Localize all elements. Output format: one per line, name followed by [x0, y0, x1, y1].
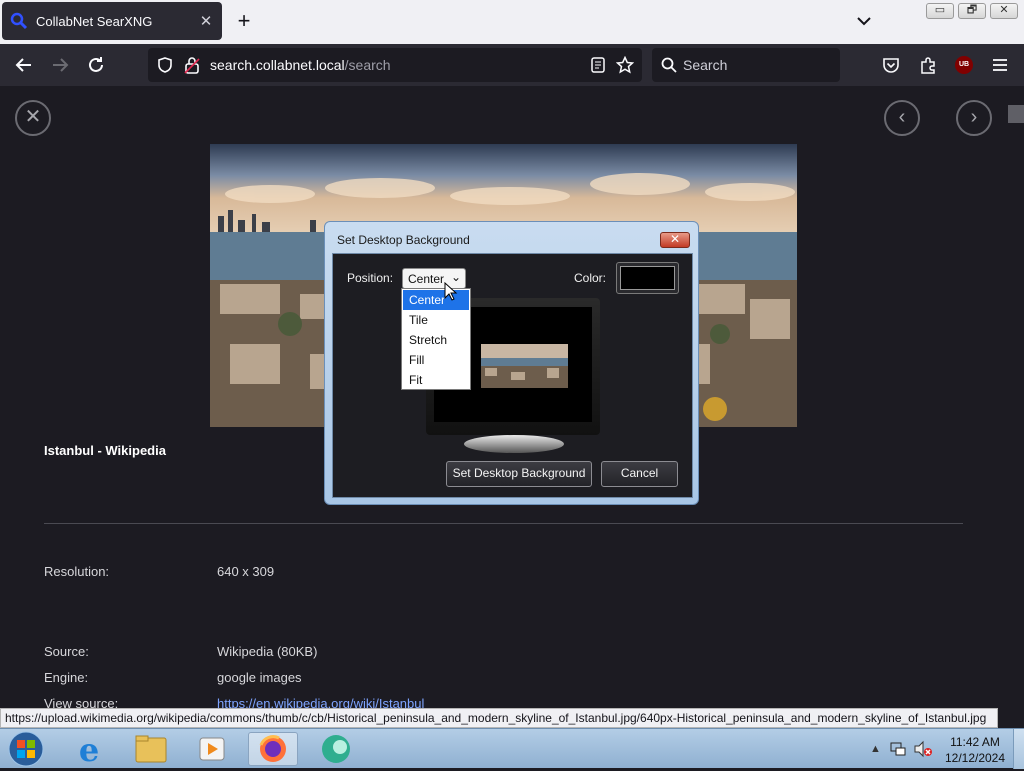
close-detail-button[interactable]: ✕ — [15, 100, 51, 136]
set-desktop-background-button[interactable]: Set Desktop Background — [446, 461, 592, 487]
monitor-stand — [464, 435, 564, 453]
file-explorer-taskbar-button[interactable] — [126, 732, 176, 766]
option-tile[interactable]: Tile — [403, 310, 469, 330]
option-stretch[interactable]: Stretch — [403, 330, 469, 350]
source-label: Source: — [44, 644, 89, 659]
app-globe-icon — [322, 735, 350, 763]
url-bar[interactable]: search.collabnet.local/search — [148, 48, 642, 82]
minimize-button[interactable]: ▭ — [926, 3, 954, 19]
media-player-taskbar-button[interactable] — [187, 732, 237, 766]
tab-bar: CollabNet SearXNG ✕ + ▭ 🗗 ✕ — [0, 0, 1024, 44]
dialog-close-button[interactable]: ✕ — [660, 232, 690, 248]
color-label: Color: — [574, 271, 607, 285]
network-icon[interactable] — [889, 740, 907, 758]
internet-explorer-taskbar-button[interactable]: e — [64, 731, 114, 769]
result-title: Istanbul - Wikipedia — [44, 443, 166, 458]
navigation-bar: search.collabnet.local/search Search UB — [0, 44, 1024, 86]
volume-muted-icon[interactable] — [913, 740, 933, 758]
url-host: search.collabnet.local — [210, 57, 345, 73]
media-player-icon — [199, 737, 225, 761]
position-dropdown-list: Center Tile Stretch Fill Fit — [401, 288, 471, 390]
scrollbar[interactable] — [1008, 86, 1024, 728]
tray-expand-icon[interactable]: ▲ — [870, 743, 881, 755]
option-fill[interactable]: Fill — [403, 350, 469, 370]
source-value: Wikipedia (80KB) — [217, 644, 318, 659]
firefox-taskbar-button[interactable] — [248, 732, 298, 766]
back-arrow-icon[interactable] — [12, 53, 36, 77]
internet-explorer-icon: e — [79, 731, 99, 769]
preview-thumbnail — [481, 344, 568, 388]
restore-button[interactable]: 🗗 — [958, 3, 986, 19]
set-desktop-background-dialog: Set Desktop Background ✕ Position: Cente… — [324, 221, 699, 505]
scrollbar-thumb[interactable] — [1008, 105, 1024, 123]
next-button[interactable]: › — [956, 100, 992, 136]
app-taskbar-button[interactable] — [311, 732, 361, 766]
bookmark-star-icon[interactable] — [616, 56, 634, 74]
status-bar: https://upload.wikimedia.org/wikipedia/c… — [0, 708, 998, 728]
dialog-title: Set Desktop Background — [337, 233, 470, 247]
reload-icon[interactable] — [84, 53, 108, 77]
pocket-icon[interactable] — [882, 56, 900, 74]
folder-icon — [135, 735, 167, 763]
color-swatch — [620, 266, 675, 290]
tab-close-icon[interactable]: ✕ — [196, 12, 216, 30]
new-tab-button[interactable]: + — [232, 10, 256, 34]
reader-view-icon[interactable] — [590, 56, 606, 74]
clock-date: 12/12/2024 — [944, 751, 1006, 765]
url-path: /search — [344, 57, 391, 73]
option-fit[interactable]: Fit — [403, 370, 469, 390]
taskbar: e ▲ 11:42 AM 12/12/2024 — [0, 728, 1024, 769]
lock-icon[interactable] — [184, 56, 200, 74]
extensions-icon[interactable] — [919, 56, 937, 74]
clock-time: 11:42 AM — [950, 735, 1000, 749]
firefox-icon — [259, 735, 286, 762]
forward-arrow-icon[interactable] — [48, 53, 72, 77]
hamburger-menu-icon[interactable] — [991, 56, 1009, 74]
divider — [44, 523, 963, 524]
tab-searxng[interactable]: CollabNet SearXNG ✕ — [2, 2, 222, 40]
previous-button[interactable]: ‹ — [884, 100, 920, 136]
resolution-label: Resolution: — [44, 564, 110, 579]
show-desktop-button[interactable] — [1013, 729, 1024, 769]
start-button-icon[interactable] — [6, 730, 46, 768]
mouse-cursor-icon — [444, 282, 458, 301]
engine-label: Engine: — [44, 670, 89, 685]
system-clock[interactable]: 11:42 AM 12/12/2024 — [938, 734, 1012, 766]
searxng-icon — [10, 12, 28, 30]
resolution-value: 640 x 309 — [217, 564, 275, 579]
cancel-button[interactable]: Cancel — [601, 461, 678, 487]
search-box[interactable]: Search — [652, 48, 840, 82]
svg-text:e: e — [79, 732, 99, 766]
color-picker-button[interactable] — [616, 262, 679, 294]
shield-icon[interactable] — [156, 56, 174, 74]
option-center[interactable]: Center — [403, 290, 469, 310]
search-icon — [661, 57, 677, 73]
search-placeholder: Search — [683, 57, 728, 73]
engine-value: google images — [217, 670, 302, 685]
chevron-down-icon[interactable] — [852, 12, 876, 32]
ublock-icon[interactable]: UB — [955, 56, 973, 74]
position-select-value: Center — [408, 272, 445, 286]
tab-title: CollabNet SearXNG — [36, 13, 153, 29]
position-label: Position: — [347, 271, 394, 285]
dialog-body: Position: Center ⌄ Color: Set Desktop Ba… — [332, 253, 693, 498]
window-close-button[interactable]: ✕ — [990, 3, 1018, 19]
url-text: search.collabnet.local/search — [210, 57, 391, 73]
